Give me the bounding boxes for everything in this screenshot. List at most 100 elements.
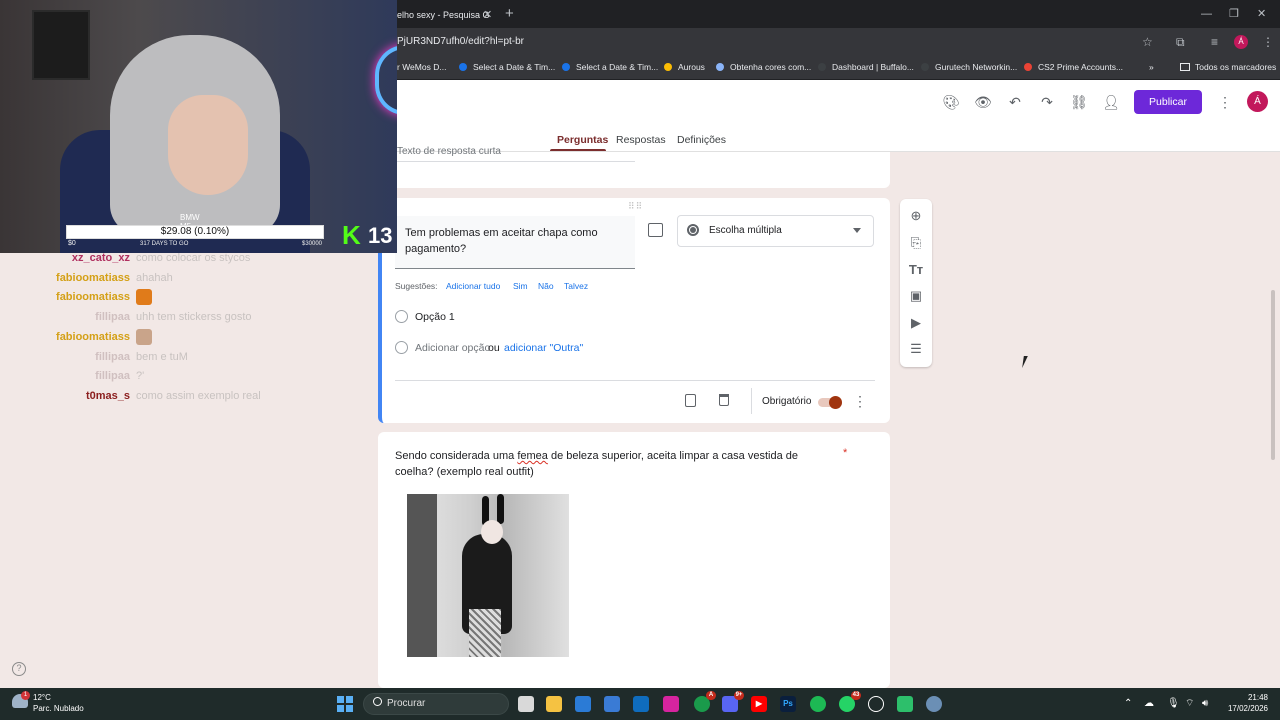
chat-username[interactable]: t0mas_s [86, 386, 130, 406]
bookmark-item[interactable]: Select a Date & Tim... [459, 58, 555, 76]
volume-icon[interactable]: 🔊︎ [1202, 697, 1208, 711]
suggestion-add-all[interactable]: Adicionar tudo [446, 281, 500, 291]
photoshop-icon[interactable]: Ps [780, 696, 796, 712]
add-image-icon[interactable]: ▣ [907, 287, 925, 305]
image-figure-legs [469, 609, 501, 657]
chat-username[interactable]: fillipaa [95, 307, 130, 327]
goal-min: $0 [68, 240, 76, 247]
add-image-icon[interactable] [648, 223, 663, 237]
bookmark-item[interactable]: Gurutech Networkin... [921, 58, 1017, 76]
suggestion-nao[interactable]: Não [538, 281, 554, 291]
suggestion-talvez[interactable]: Talvez [564, 281, 588, 291]
add-collaborator-icon[interactable]: 👤︎ [1101, 92, 1121, 112]
extensions-icon[interactable]: ⧉ [1176, 32, 1185, 52]
import-questions-icon[interactable]: ⎘ [907, 234, 925, 252]
undo-icon[interactable]: ↶ [1005, 92, 1025, 112]
clock-time[interactable]: 21:48 [1228, 693, 1268, 702]
chat-message: fillipaa ?' [0, 366, 300, 386]
chat-username[interactable]: xz_cato_xz [72, 248, 130, 268]
redo-icon[interactable]: ↷ [1037, 92, 1057, 112]
goal-days: 317 DAYS TO GO [140, 241, 189, 247]
task-view-icon[interactable] [518, 696, 534, 712]
all-bookmarks[interactable]: Todos os marcadores [1180, 58, 1276, 76]
bookmark-favicon-icon [1024, 63, 1032, 71]
tray-chevron-icon[interactable]: ⌃ [1124, 697, 1132, 711]
browser-tab[interactable]: elho sexy - Pesquisa G [397, 4, 497, 26]
bookmark-item[interactable]: Obtenha cores com... [716, 58, 811, 76]
delete-icon[interactable] [719, 394, 729, 406]
chat-username[interactable]: fabioomatiass [56, 268, 130, 288]
add-option-button[interactable]: Adicionar opção [415, 341, 490, 355]
publish-button[interactable]: Publicar [1134, 90, 1202, 114]
question-more-icon[interactable]: ⋮ [853, 393, 867, 409]
link-icon[interactable]: ⛓︎ [1069, 92, 1089, 112]
whatsapp-icon[interactable]: 43 [839, 691, 861, 712]
goal-max: $30000 [302, 241, 323, 247]
more-options-icon[interactable]: ⋮ [1215, 92, 1235, 112]
suggestion-sim[interactable]: Sim [513, 281, 528, 291]
required-toggle-knob[interactable] [829, 396, 842, 409]
app-icon[interactable] [897, 696, 913, 712]
minimize-icon[interactable]: — [1201, 4, 1212, 24]
bookmark-item[interactable]: CS2 Prime Accounts... [1024, 58, 1123, 76]
restore-icon[interactable]: ❐ [1229, 4, 1239, 24]
new-tab-icon[interactable]: + [505, 4, 514, 24]
windows-start-icon[interactable] [337, 696, 353, 712]
drag-handle-icon[interactable]: ⠿⠿ [628, 201, 643, 212]
wifi-icon[interactable]: ⌔ [1185, 697, 1194, 711]
copilot-icon[interactable] [575, 696, 591, 712]
youtube-icon[interactable]: ▶ [751, 696, 767, 712]
option-1[interactable]: Opção 1 [415, 310, 455, 324]
store-icon[interactable] [604, 696, 620, 712]
tab-settings[interactable]: Definições [677, 133, 726, 147]
palette-icon[interactable]: 🎨︎ [941, 92, 961, 112]
spotify-icon[interactable] [810, 696, 826, 712]
question-title[interactable]: Tem problemas em aceitar chapa como paga… [405, 225, 625, 257]
instagram-icon[interactable] [663, 696, 679, 712]
chat-username[interactable]: fillipaa [95, 347, 130, 367]
tab-questions[interactable]: Perguntas [557, 133, 608, 147]
question-image[interactable] [407, 494, 569, 657]
discord-icon[interactable]: 9+ [722, 691, 744, 712]
chat-username[interactable]: fabioomatiass [56, 327, 130, 347]
weather-condition: Parc. Nublado [33, 704, 84, 713]
clock-date[interactable]: 17/02/2026 [1218, 704, 1268, 713]
bookmark-item[interactable]: Select a Date & Tim... [562, 58, 658, 76]
duplicate-icon[interactable] [685, 394, 696, 407]
add-video-icon[interactable]: ▶ [907, 314, 925, 332]
chat-username[interactable]: fillipaa [95, 366, 130, 386]
star-icon[interactable]: ☆ [1142, 32, 1153, 52]
chrome-icon[interactable]: A [694, 691, 716, 712]
taskbar-search[interactable] [363, 693, 509, 715]
avatar[interactable]: Á [1247, 91, 1268, 112]
footer-separator [751, 388, 752, 414]
profile-avatar[interactable]: Á [1234, 35, 1248, 49]
url-field[interactable]: PjUR3ND7ufh0/edit?hl=pt-br [397, 32, 524, 52]
bookmarks-overflow-icon[interactable]: » [1149, 58, 1154, 76]
add-other-button[interactable]: adicionar "Outra" [504, 341, 583, 355]
bookmark-item[interactable]: r WeMos D... [397, 58, 446, 76]
chatgpt-icon[interactable] [868, 696, 884, 712]
onedrive-icon[interactable]: ☁ [1144, 697, 1154, 711]
microphone-icon[interactable]: 🎙︎ [1167, 697, 1180, 711]
chat-username[interactable]: fabioomatiass [56, 287, 130, 307]
bookmark-item[interactable]: Aurous [664, 58, 705, 76]
add-title-icon[interactable]: Tт [907, 261, 925, 279]
tab-responses[interactable]: Respostas [616, 133, 666, 147]
bookmark-item[interactable]: Dashboard | Buffalo... [818, 58, 914, 76]
media-icon[interactable]: ≡ [1211, 32, 1218, 52]
add-section-icon[interactable]: ☰ [907, 340, 925, 358]
image-curtain [407, 494, 437, 657]
scrollbar[interactable] [1271, 290, 1275, 460]
required-asterisk: * [843, 447, 848, 459]
close-window-icon[interactable]: ✕ [1257, 4, 1266, 24]
settings-icon[interactable] [926, 696, 942, 712]
preview-icon[interactable]: 👁︎ [973, 92, 993, 112]
tab-close-icon[interactable]: ✕ [483, 4, 492, 26]
question-2-title[interactable]: Sendo considerada uma femea de beleza su… [395, 448, 835, 480]
browser-menu-icon[interactable]: ⋮ [1262, 32, 1274, 52]
help-icon[interactable]: ? [12, 662, 26, 676]
file-explorer-icon[interactable] [546, 696, 562, 712]
outlook-icon[interactable] [633, 696, 649, 712]
add-question-icon[interactable]: ⊕ [907, 207, 925, 225]
